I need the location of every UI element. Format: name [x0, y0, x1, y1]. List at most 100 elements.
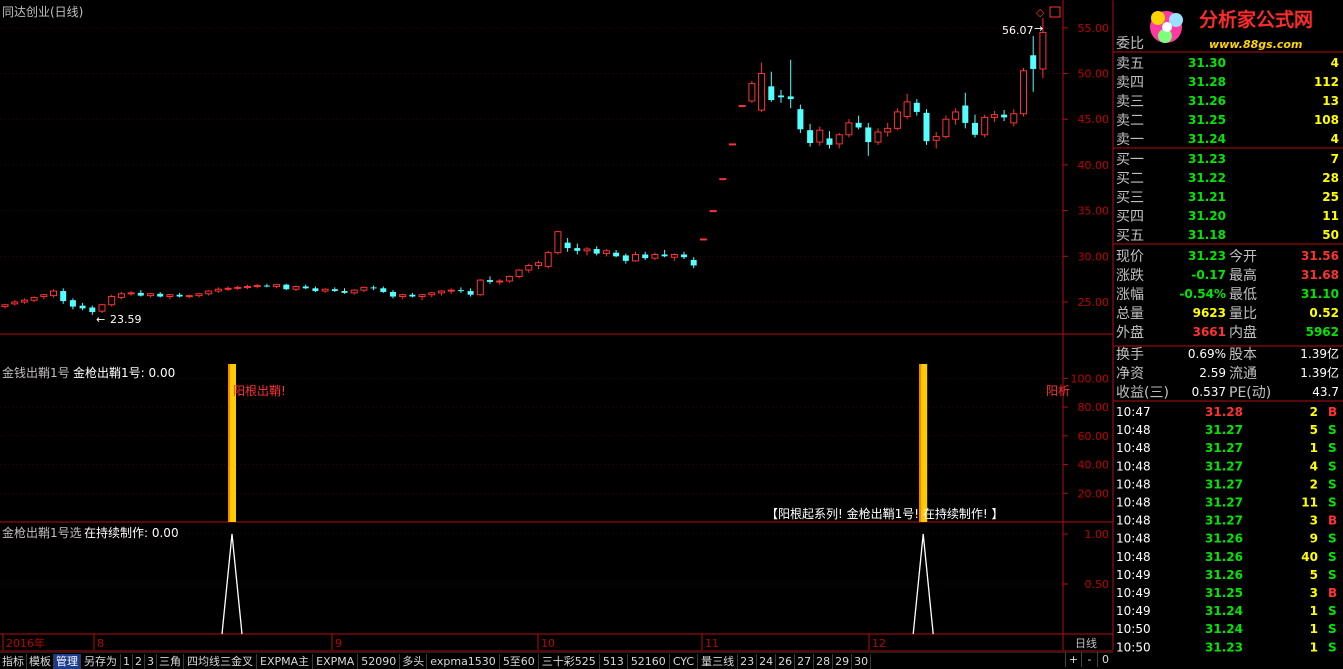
- stat-label: 涨幅: [1116, 287, 1144, 303]
- candle-body-up: [738, 105, 746, 108]
- ask-volume: 108: [1314, 113, 1339, 127]
- candle-body-up: [438, 290, 445, 294]
- toolbar-button[interactable]: 2: [133, 653, 145, 669]
- price-tick-label: 25.00: [1078, 296, 1110, 309]
- reset-button[interactable]: 0: [1097, 652, 1113, 667]
- quote-panel: 卖五 31.30 4卖四 31.28 112卖三 31.26 13卖二 31.25 108卖一 3…: [1113, 51, 1343, 654]
- high-arrow-icon: →: [1034, 22, 1043, 35]
- price-tick-label: 50.00: [1078, 68, 1110, 81]
- toolbar-button[interactable]: 模板: [27, 653, 54, 669]
- date-axis: 2016年 8 9 10 11 12 日线: [2, 634, 1097, 650]
- toolbar-button[interactable]: 513: [599, 653, 628, 669]
- candle-body-down: [380, 288, 387, 292]
- candle-body-up: [20, 299, 28, 303]
- main-panel-title: 同达创业(日线): [2, 5, 83, 19]
- ask-price: 31.30: [1188, 56, 1226, 70]
- toolbar-button[interactable]: 管理: [54, 653, 81, 669]
- tick-time: 10:48: [1116, 514, 1151, 528]
- ask-volume: 112: [1314, 75, 1339, 89]
- toolbar-button[interactable]: 23: [738, 653, 758, 669]
- bid-volume: 7: [1331, 152, 1339, 166]
- toolbar-button[interactable]: 3: [145, 653, 157, 669]
- tick-price: 31.26: [1205, 568, 1243, 582]
- tick-price: 31.24: [1205, 622, 1243, 636]
- stat-label: 外盘: [1116, 324, 1144, 341]
- low-arrow-icon: ←: [96, 313, 105, 326]
- period-label: 日线: [1075, 636, 1097, 650]
- toolbar-button[interactable]: EXPMA主: [257, 653, 314, 669]
- bid-price: 31.20: [1188, 209, 1226, 223]
- ind1-tick-label: 60.00: [1078, 430, 1110, 443]
- price-tick-label: 45.00: [1078, 113, 1110, 126]
- stat-value: 31.23: [1188, 249, 1226, 263]
- price-tick-label: 35.00: [1078, 205, 1110, 218]
- zoom-in-button[interactable]: +: [1065, 652, 1081, 667]
- diamond-icon: ◇: [1036, 6, 1045, 19]
- toolbar-button[interactable]: 29: [833, 653, 853, 669]
- ind1-signal-bar-edge: [919, 364, 922, 522]
- tick-side: S: [1328, 441, 1337, 455]
- toolbar-button[interactable]: 1: [121, 653, 133, 669]
- tick-side: S: [1328, 496, 1337, 510]
- candle-body-up: [292, 285, 300, 290]
- candle-body-up: [874, 131, 882, 143]
- toolbar-button[interactable]: 28: [814, 653, 834, 669]
- candle-body-up: [535, 262, 542, 266]
- candle-body-up: [845, 122, 853, 136]
- tick-time: 10:50: [1116, 622, 1151, 636]
- zoom-out-button[interactable]: -: [1081, 652, 1097, 667]
- stat-value: 9623: [1193, 306, 1226, 320]
- stat-label: 收益(三): [1116, 385, 1169, 401]
- ask-volume: 4: [1331, 132, 1339, 146]
- window-icon[interactable]: [1049, 6, 1061, 18]
- toolbar-button[interactable]: 指标: [0, 653, 27, 669]
- tick-side: S: [1328, 604, 1337, 618]
- stock-chart-canvas[interactable]: 同达创业(日线) 金钱出鞘1号 金枪出鞘1号: 0.00 金枪出鞘1号选 在持续…: [0, 0, 1343, 668]
- toolbar-button[interactable]: 24: [757, 653, 777, 669]
- date-tick-label: 12: [872, 637, 886, 650]
- date-tick-label: 9: [335, 637, 342, 650]
- toolbar-button[interactable]: CYC: [669, 653, 699, 669]
- candle-body-down: [1001, 114, 1008, 118]
- stat-value: 0.52: [1309, 306, 1339, 320]
- tick-price: 31.27: [1205, 441, 1243, 455]
- toolbar-button[interactable]: 另存为: [81, 653, 121, 669]
- tick-time: 10:49: [1116, 568, 1151, 582]
- candle-body-up: [234, 286, 242, 289]
- candle-body-up: [525, 264, 533, 271]
- candle-body-up: [1010, 113, 1018, 124]
- weibi-label: 委比: [1116, 36, 1144, 52]
- tick-volume: 3: [1310, 514, 1318, 528]
- toolbar-button[interactable]: 52090: [358, 653, 401, 669]
- stat-label: 涨跌: [1116, 268, 1144, 284]
- candle-body-up: [544, 252, 552, 267]
- ask-volume: 13: [1322, 94, 1339, 108]
- toolbar-button[interactable]: 四均线三金叉: [184, 653, 257, 669]
- toolbar-button[interactable]: 多头: [400, 653, 428, 669]
- tick-time: 10:48: [1116, 477, 1151, 491]
- toolbar-button[interactable]: 26: [776, 653, 796, 669]
- logo-name: 分析家公式网: [1199, 8, 1313, 31]
- toolbar-button[interactable]: 5至60: [499, 653, 539, 669]
- candle-body-up: [699, 238, 707, 241]
- tick-volume: 40: [1301, 550, 1318, 564]
- candle-body-up: [602, 250, 610, 255]
- toolbar-button[interactable]: 27: [795, 653, 815, 669]
- toolbar-button[interactable]: 量三线: [698, 653, 739, 669]
- toolbar-button[interactable]: 三角: [157, 653, 184, 669]
- tick-volume: 4: [1310, 459, 1318, 473]
- candle-body-down: [157, 293, 164, 297]
- bid-price: 31.18: [1188, 228, 1226, 242]
- stat-value: 1.39亿: [1300, 365, 1339, 380]
- toolbar-button[interactable]: 30: [852, 653, 872, 669]
- candle-body-down: [807, 130, 814, 143]
- toolbar-button[interactable]: 三十彩525: [538, 653, 600, 669]
- ask-label: 卖四: [1116, 75, 1144, 91]
- ind1-signal-text-right: 阳析: [1046, 384, 1070, 398]
- toolbar-button[interactable]: expma1530: [427, 653, 500, 669]
- toolbar-button[interactable]: 52160: [627, 653, 670, 669]
- candle-body-down: [797, 109, 804, 130]
- toolbar-button[interactable]: EXPMA: [313, 653, 359, 669]
- candle-body-up: [990, 114, 998, 118]
- candle-body-up: [205, 290, 213, 295]
